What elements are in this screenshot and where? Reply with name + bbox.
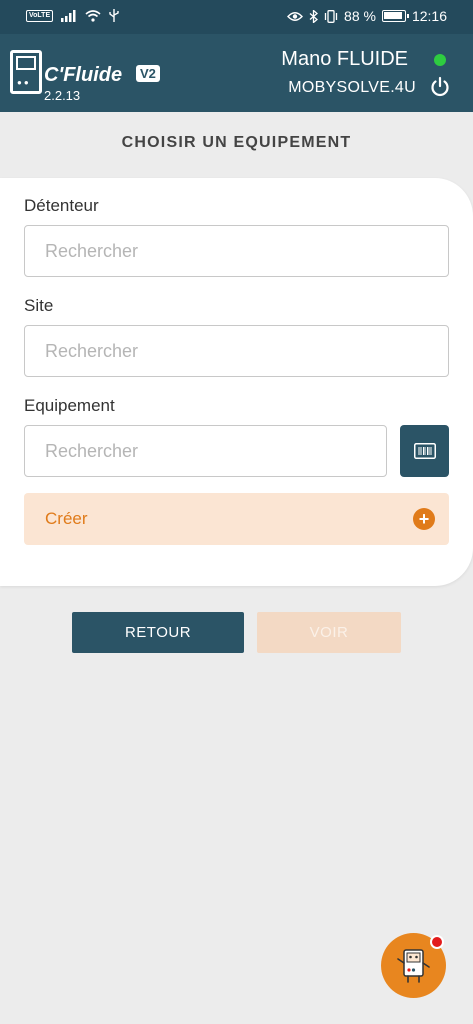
- see-button[interactable]: VOIR: [257, 612, 401, 653]
- logo-screen: [16, 56, 36, 70]
- status-left: VoLTE: [26, 9, 119, 22]
- site-search-input[interactable]: [24, 325, 449, 377]
- bluetooth-icon: [309, 9, 319, 23]
- wifi-icon: [85, 9, 101, 22]
- app-name: C'Fluide: [44, 64, 123, 86]
- signal-icon: [61, 9, 76, 22]
- create-equipment-button[interactable]: Créer +: [24, 493, 449, 545]
- company-name: MOBYSOLVE.4U: [288, 79, 416, 96]
- app-version: 2.2.13: [44, 88, 81, 103]
- holder-search-input[interactable]: [24, 225, 449, 277]
- app-version-badge: V2: [136, 65, 160, 82]
- eye-icon: [287, 11, 303, 21]
- clock: 12:16: [411, 8, 447, 24]
- equipment-search-input[interactable]: [24, 425, 387, 477]
- user-name: Mano FLUIDE: [281, 48, 408, 70]
- notification-badge: [430, 935, 444, 949]
- power-icon[interactable]: [429, 76, 451, 98]
- volte-indicator: VoLTE: [26, 9, 54, 22]
- barcode-icon: [413, 443, 436, 459]
- plus-circle-icon: +: [413, 508, 435, 530]
- status-right: 88 % 12:16: [287, 8, 447, 24]
- online-status-icon: [434, 54, 446, 66]
- equipment-label: Equipement: [24, 396, 115, 415]
- site-label: Site: [24, 296, 54, 315]
- holder-label: Détenteur: [24, 196, 99, 215]
- page-title: CHOISIR UN EQUIPEMENT: [121, 134, 352, 151]
- create-label: Créer: [45, 509, 88, 528]
- usb-icon: [109, 9, 119, 22]
- app-header: ●● C'Fluide V2 2.2.13 Mano FLUIDE MOBYSO…: [0, 34, 473, 112]
- logo-dots: ●●: [17, 78, 31, 87]
- status-bar: VoLTE 88 % 12:16: [0, 0, 473, 34]
- battery-icon: [381, 10, 409, 22]
- equipment-form-card: Détenteur Site Equipement Créer +: [0, 178, 473, 586]
- back-button[interactable]: RETOUR: [72, 612, 244, 653]
- battery-percent: 88 %: [344, 8, 376, 24]
- app-logo-icon: ●●: [10, 50, 42, 94]
- vibrate-icon: [324, 9, 338, 23]
- barcode-scan-button[interactable]: [400, 425, 449, 477]
